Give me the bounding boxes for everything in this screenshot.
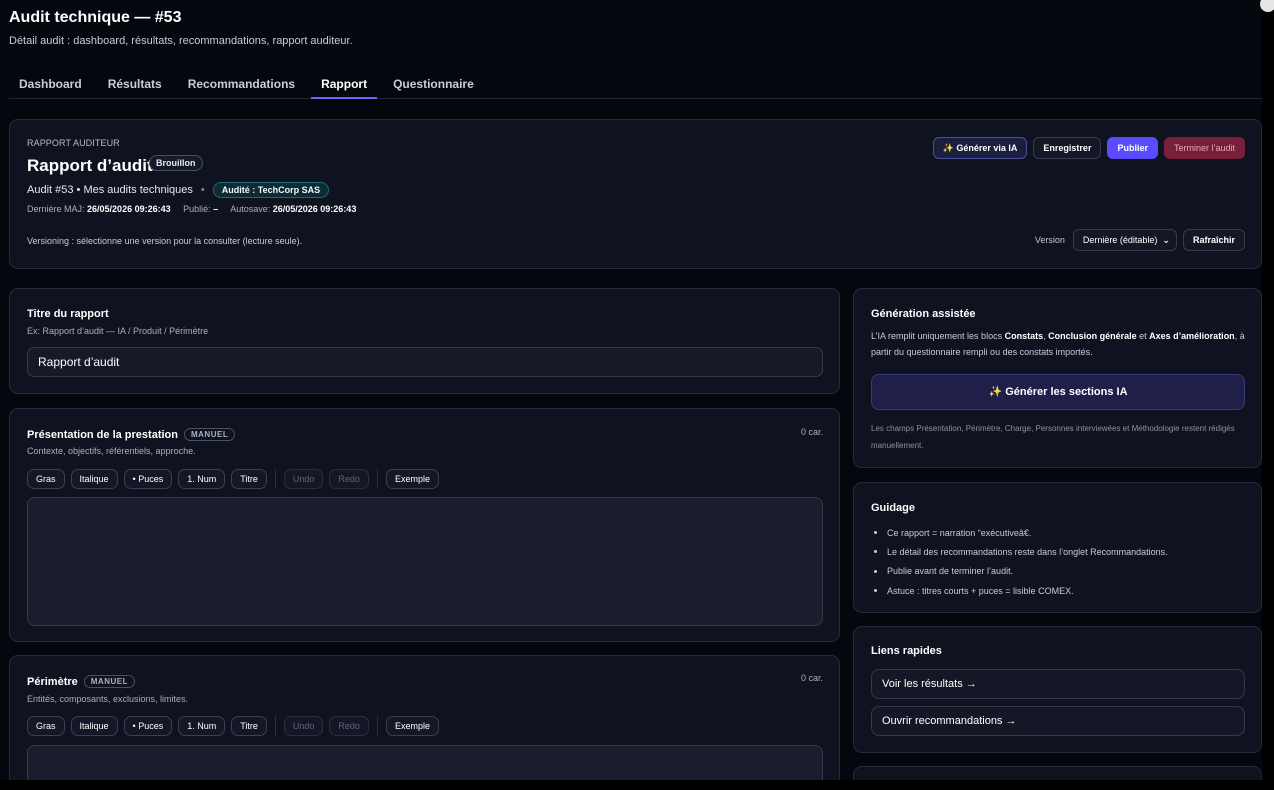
terminate-audit-button[interactable]: Terminer l’audit xyxy=(1163,137,1245,159)
audit-reference: Audit #53 • Mes audits techniques xyxy=(27,184,193,196)
toolbar-divider xyxy=(376,469,378,489)
tab-questionnaire[interactable]: Questionnaire xyxy=(383,70,484,99)
guidance-card: Guidage Ce rapport = narration “exécutiv… xyxy=(853,482,1262,613)
meta-separator: • xyxy=(200,184,205,196)
last-update-label: Dernière MAJ: xyxy=(27,204,85,214)
tab-rapport[interactable]: Rapport xyxy=(311,70,378,99)
autosave-value: 26/05/2026 09:26:43 xyxy=(272,204,357,214)
tab-resultats[interactable]: Résultats xyxy=(98,70,172,99)
presentation-editor[interactable] xyxy=(27,497,823,626)
numbered-list-button[interactable]: 1. Num xyxy=(178,716,226,736)
perimetre-card: Périmètre MANUEL 0 car. Entités, composa… xyxy=(9,655,840,780)
report-title: Rapport d’audit xyxy=(27,156,153,175)
toolbar-divider xyxy=(274,469,276,489)
audit-page: Audit technique — #53 Détail audit : das… xyxy=(0,0,1262,780)
manual-badge: MANUEL xyxy=(183,428,236,441)
char-count: 0 car. xyxy=(800,673,823,683)
chevron-down-icon: ⌄ xyxy=(1162,235,1170,245)
status-badge: Brouillon xyxy=(149,155,203,171)
manual-badge: MANUEL xyxy=(83,675,135,688)
refresh-button[interactable]: Rafraîchir xyxy=(1182,229,1245,251)
toolbar-divider xyxy=(274,716,276,736)
close-icon[interactable] xyxy=(1260,0,1274,12)
presentation-hint: Contexte, objectifs, référentiels, appro… xyxy=(27,446,196,456)
toolbar-divider xyxy=(376,716,378,736)
published-label: Publié: xyxy=(183,204,211,214)
report-meta: Audit #53 • Mes audits techniques • Audi… xyxy=(27,182,330,198)
list-item: Ce rapport = narration “exécutiveâ€. xyxy=(871,523,1245,542)
list-item: Astuce : titres courts + puces = lisible… xyxy=(871,581,1245,600)
tab-dashboard[interactable]: Dashboard xyxy=(9,70,92,99)
version-controls: Version Dernière (éditable) ⌄ Rafraîchir xyxy=(1035,229,1245,251)
report-title-card: Titre du rapport Ex: Rapport d’audit — I… xyxy=(9,288,840,394)
assisted-generation-card: Génération assistée L’IA remplit uniquem… xyxy=(853,288,1262,468)
assisted-description: L’IA remplit uniquement les blocs Consta… xyxy=(871,331,1245,357)
scrollbar[interactable] xyxy=(1260,0,1274,790)
numbered-list-button[interactable]: 1. Num xyxy=(178,469,226,489)
report-title-input[interactable]: Rapport d’audit xyxy=(27,347,823,377)
quick-links-title: Liens rapides xyxy=(871,645,942,657)
perimetre-header: Périmètre MANUEL xyxy=(27,675,135,688)
editor-toolbar: Gras Italique • Puces 1. Num Titre Undo … xyxy=(27,716,439,736)
example-button[interactable]: Exemple xyxy=(385,716,439,736)
assisted-note: Les champs Présentation, Périmètre, Char… xyxy=(871,424,1235,450)
autosave-label: Autosave: xyxy=(230,204,271,214)
char-count: 0 car. xyxy=(800,427,823,437)
generate-ai-sections-button[interactable]: ✨ Générer les sections IA xyxy=(871,374,1245,410)
heading-button[interactable]: Titre xyxy=(231,469,267,489)
redo-button[interactable]: Redo xyxy=(329,716,369,736)
perimetre-hint: Entités, composants, exclusions, limites… xyxy=(27,694,189,704)
page-subtitle: Détail audit : dashboard, résultats, rec… xyxy=(9,35,353,47)
last-update-value: 26/05/2026 09:26:43 xyxy=(87,204,171,214)
assisted-title: Génération assistée xyxy=(871,308,976,320)
guidance-list: Ce rapport = narration “exécutiveâ€. Le … xyxy=(871,523,1245,600)
italic-button[interactable]: Italique xyxy=(70,469,118,489)
version-label: Version xyxy=(1034,235,1065,245)
heading-button[interactable]: Titre xyxy=(231,716,267,736)
version-select[interactable]: Dernière (éditable) ⌄ xyxy=(1072,229,1177,251)
list-item: Publie avant de terminer l’audit. xyxy=(871,562,1245,581)
versioning-hint: Versioning : sélectionne une version pou… xyxy=(27,236,303,246)
open-recommendations-link[interactable]: Ouvrir recommandations → xyxy=(871,706,1245,736)
save-button[interactable]: Enregistrer xyxy=(1033,137,1102,159)
quick-links-card: Liens rapides Voir les résultats → Ouvri… xyxy=(853,626,1262,753)
perimetre-label: Périmètre xyxy=(27,675,78,688)
report-actions: ✨ Générer via IA Enregistrer Publier Ter… xyxy=(932,137,1245,159)
next-card xyxy=(853,766,1262,780)
guidance-title: Guidage xyxy=(871,502,916,514)
presentation-card: Présentation de la prestation MANUEL 0 c… xyxy=(9,408,840,642)
example-button[interactable]: Exemple xyxy=(385,469,439,489)
generate-ai-button[interactable]: ✨ Générer via IA xyxy=(932,137,1028,159)
bottom-edge xyxy=(0,780,1274,790)
tab-recommandations[interactable]: Recommandations xyxy=(178,70,305,99)
version-selected-value: Dernière (éditable) xyxy=(1082,235,1158,245)
redo-button[interactable]: Redo xyxy=(329,469,369,489)
undo-button[interactable]: Undo xyxy=(283,716,324,736)
report-dates: Dernière MAJ: 26/05/2026 09:26:43 Publié… xyxy=(27,204,356,214)
presentation-header: Présentation de la prestation MANUEL xyxy=(27,428,236,441)
editor-toolbar: Gras Italique • Puces 1. Num Titre Undo … xyxy=(27,469,439,489)
publish-button[interactable]: Publier xyxy=(1107,137,1158,159)
page-title: Audit technique — #53 xyxy=(9,9,182,26)
italic-button[interactable]: Italique xyxy=(70,716,118,736)
perimetre-editor[interactable] xyxy=(27,745,823,780)
report-title-label: Titre du rapport xyxy=(27,308,109,320)
presentation-label: Présentation de la prestation xyxy=(27,428,178,441)
report-header-card: RAPPORT AUDITEUR Rapport d’audit Brouill… xyxy=(9,119,1262,269)
list-item: Le détail des recommandations reste dans… xyxy=(871,542,1245,561)
audited-badge: Audité : TechCorp SAS xyxy=(212,182,330,198)
view-results-link[interactable]: Voir les résultats → xyxy=(871,669,1245,699)
undo-button[interactable]: Undo xyxy=(283,469,324,489)
report-title-hint: Ex: Rapport d’audit — IA / Produit / Pér… xyxy=(27,326,209,336)
bold-button[interactable]: Gras xyxy=(27,716,65,736)
bullets-button[interactable]: • Puces xyxy=(123,716,173,736)
bold-button[interactable]: Gras xyxy=(27,469,65,489)
report-kicker: RAPPORT AUDITEUR xyxy=(27,138,120,148)
bullets-button[interactable]: • Puces xyxy=(123,469,173,489)
published-value: – xyxy=(213,204,219,214)
tab-bar: Dashboard Résultats Recommandations Rapp… xyxy=(9,70,1262,99)
